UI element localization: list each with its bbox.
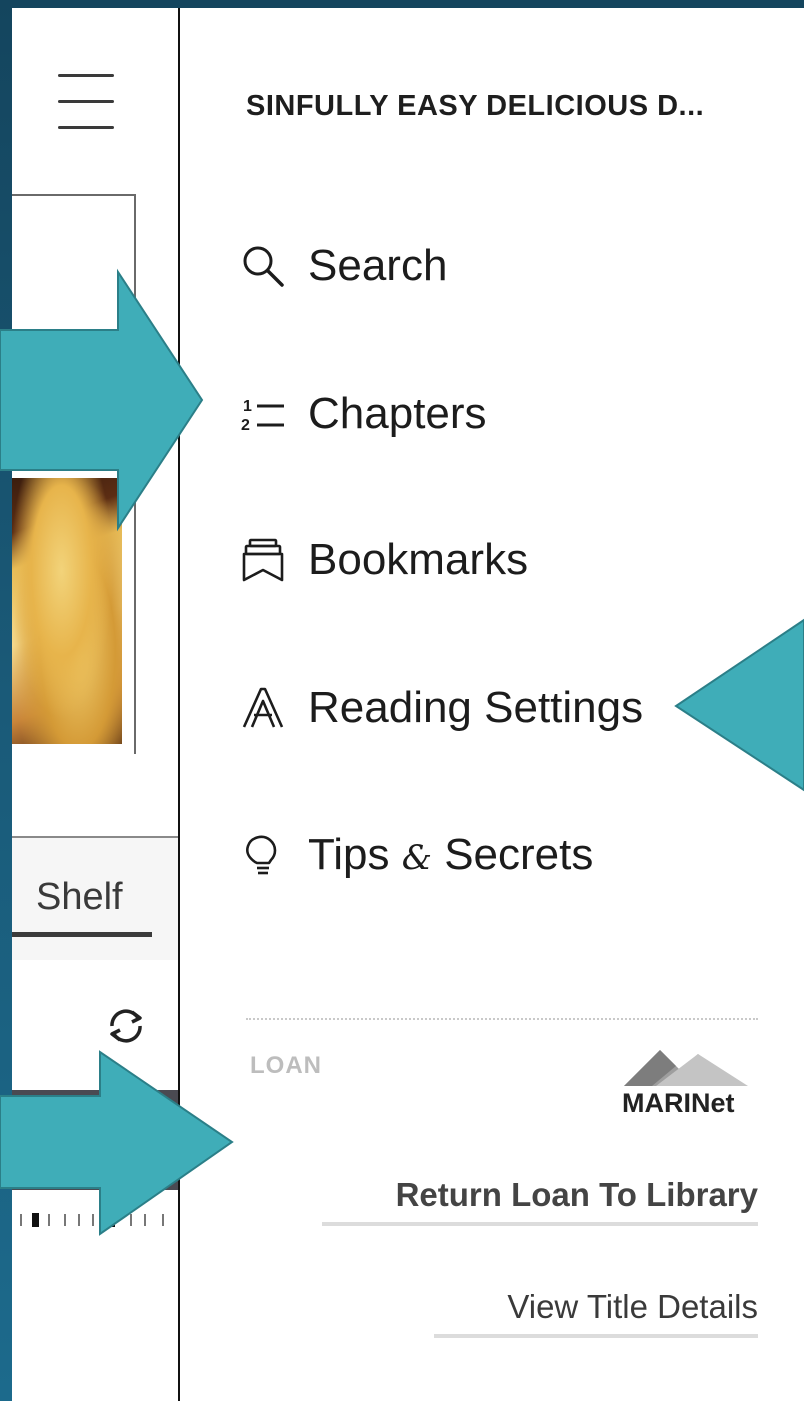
shelf-tab[interactable]: Shelf	[36, 876, 123, 919]
lightbulb-icon	[240, 829, 292, 881]
secrets-text: Secrets	[431, 830, 594, 879]
callout-arrow-right-top	[0, 268, 204, 532]
menu-item-label: Bookmarks	[308, 535, 529, 584]
menu-item-label: Search	[308, 241, 448, 290]
reading-settings-icon	[240, 682, 292, 734]
ampersand: &	[401, 838, 432, 878]
bookmarks-icon	[240, 534, 292, 586]
menu-icon[interactable]	[58, 70, 114, 140]
loan-section-label: LOAN	[250, 1052, 322, 1079]
menu-item-label: Reading Settings	[308, 683, 644, 732]
sync-icon[interactable]	[104, 1004, 148, 1048]
shelf-tab-underline	[12, 932, 152, 937]
menu-item-label: Chapters	[308, 389, 487, 438]
menu-item-chapters[interactable]: 1 2 Chapters	[240, 384, 487, 444]
marinet-logo-text: MARINet	[622, 1088, 735, 1118]
menu-item-label: Tips & Secrets	[308, 830, 593, 880]
menu-item-reading-settings[interactable]: Reading Settings	[240, 678, 643, 738]
menu-item-bookmarks[interactable]: Bookmarks	[240, 530, 528, 590]
callout-arrow-left	[674, 618, 804, 792]
section-divider	[246, 1018, 758, 1020]
menu-item-search[interactable]: Search	[240, 236, 447, 296]
svg-text:2: 2	[241, 417, 250, 434]
return-loan-button[interactable]: Return Loan To Library	[322, 1174, 758, 1226]
callout-arrow-right-bottom	[0, 1050, 234, 1236]
menu-item-tips-secrets[interactable]: Tips & Secrets	[240, 825, 593, 885]
chapters-icon: 1 2	[240, 388, 292, 440]
search-icon	[240, 240, 292, 292]
tips-text: Tips	[308, 830, 402, 879]
svg-text:1: 1	[243, 398, 252, 415]
view-title-details-button[interactable]: View Title Details	[434, 1286, 758, 1338]
book-title: SINFULLY EASY DELICIOUS D...	[246, 90, 705, 122]
